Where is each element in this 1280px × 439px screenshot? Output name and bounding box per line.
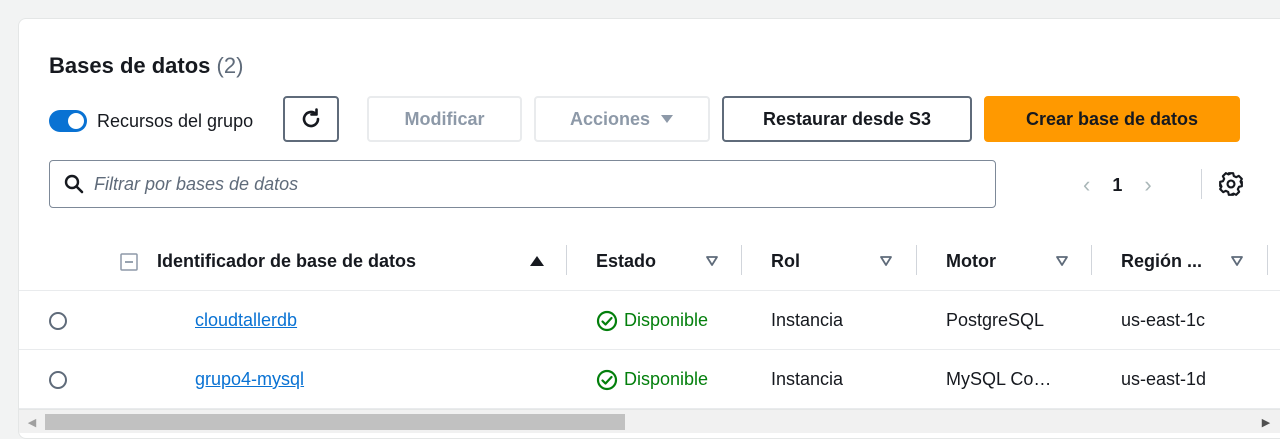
db-identifier-link[interactable]: cloudtallerdb [195,291,297,350]
next-page-icon[interactable]: › [1144,174,1151,196]
horizontal-scrollbar[interactable]: ◀ ▶ [19,409,1280,433]
column-divider[interactable] [741,245,742,275]
page-title: Bases de datos (2) [49,53,243,79]
pager-divider [1201,169,1202,199]
column-divider[interactable] [916,245,917,275]
toggle-switch[interactable] [49,110,87,132]
toggle-label: Recursos del grupo [97,110,254,131]
column-header-role[interactable]: Rol [771,231,800,291]
status-text: Disponible [624,310,709,330]
sort-icon[interactable] [1055,255,1069,267]
engine-cell: PostgreSQL [946,310,1045,330]
filter-box[interactable] [49,160,996,208]
modify-label: Modificar [404,108,485,129]
actions-dropdown-button[interactable]: Acciones [534,96,710,142]
column-header-status-label: Estado [596,250,657,271]
row-select-radio[interactable] [49,312,67,330]
table-header: Identificador de base de datos Estado Ro… [19,231,1280,291]
column-divider[interactable] [1267,245,1268,275]
title-count: (2) [216,53,244,78]
current-page[interactable]: 1 [1112,175,1122,196]
region-cell: us-east-1c [1121,310,1206,330]
actions-label: Acciones [569,108,651,129]
column-header-engine[interactable]: Motor [946,231,996,291]
create-database-button[interactable]: Crear base de datos [984,96,1240,142]
gear-icon[interactable] [1218,171,1244,197]
group-resources-toggle[interactable]: Recursos del grupo [49,105,253,137]
refresh-icon [302,108,320,128]
region-cell: us-east-1d [1121,369,1207,389]
sort-icon[interactable] [1230,255,1244,267]
column-header-identifier[interactable]: Identificador de base de datos [157,231,416,291]
column-header-region[interactable]: Región ... [1121,231,1202,291]
check-circle-icon [596,310,618,331]
db-identifier-link[interactable]: grupo4-mysql [195,350,304,409]
prev-page-icon[interactable]: ‹ [1083,174,1090,196]
filter-input[interactable] [94,173,974,195]
table-row[interactable]: grupo4-mysql Disponible Instancia MySQL … [19,350,1280,409]
engine-cell: MySQL Co… [946,369,1052,389]
search-icon [64,174,84,194]
toggle-knob [68,113,84,129]
restore-label: Restaurar desde S3 [762,108,932,129]
sort-ascending-icon[interactable] [529,255,545,267]
caret-down-icon [661,115,674,123]
column-header-status[interactable]: Estado [596,231,656,291]
title-text: Bases de datos [49,53,211,78]
pagination: ‹ 1 › [1083,169,1152,201]
role-cell: Instancia [771,369,844,389]
create-label: Crear base de datos [1025,108,1199,129]
row-select-radio[interactable] [49,371,67,389]
column-divider[interactable] [566,245,567,275]
column-header-identifier-label: Identificador de base de datos [157,250,417,271]
status-cell: Disponible [596,350,708,409]
restore-from-s3-button[interactable]: Restaurar desde S3 [722,96,972,142]
scroll-right-icon[interactable]: ▶ [1257,410,1275,434]
select-all-checkbox-icon[interactable] [120,253,138,271]
column-header-region-label: Región ... [1121,250,1202,271]
column-header-engine-label: Motor [946,250,996,271]
sort-icon[interactable] [705,255,719,267]
modify-button[interactable]: Modificar [367,96,522,142]
status-text: Disponible [624,369,709,389]
status-cell: Disponible [596,291,708,350]
role-cell: Instancia [771,310,844,330]
table-row[interactable]: cloudtallerdb Disponible Instancia Postg… [19,291,1280,350]
scroll-left-icon[interactable]: ◀ [23,410,41,434]
column-divider[interactable] [1091,245,1092,275]
databases-panel: Bases de datos (2) Recursos del grupo Mo… [18,18,1280,439]
check-circle-icon [596,369,618,390]
sort-icon[interactable] [879,255,893,267]
refresh-button[interactable] [283,96,339,142]
scrollbar-thumb[interactable] [45,414,625,430]
column-header-role-label: Rol [771,250,800,271]
